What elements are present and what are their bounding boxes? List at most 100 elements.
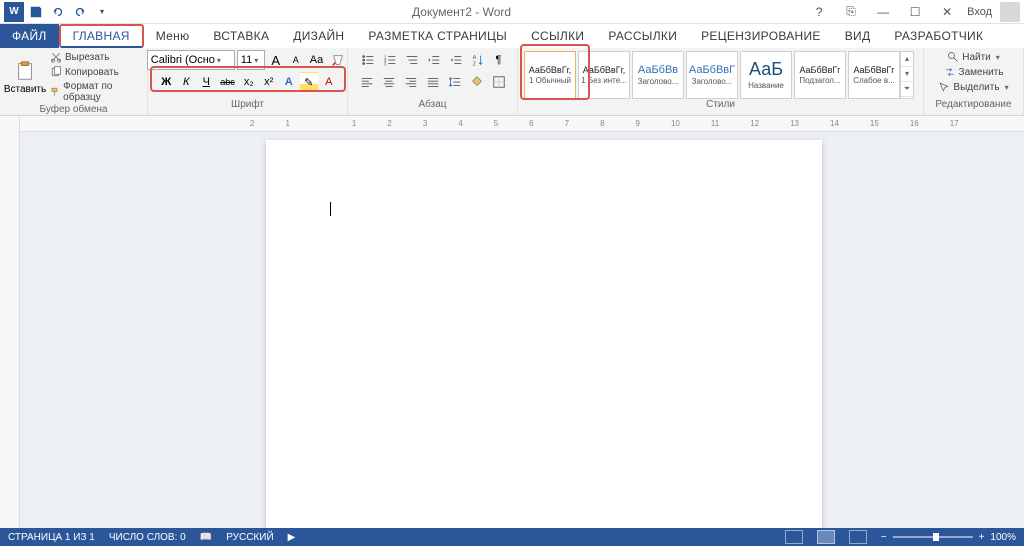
tab-mailings[interactable]: РАССЫЛКИ bbox=[596, 24, 689, 48]
maximize-button[interactable]: ☐ bbox=[903, 2, 927, 22]
bold-button[interactable]: Ж bbox=[157, 72, 175, 92]
styles-more-button[interactable]: ⏷ bbox=[901, 82, 913, 97]
zoom-value[interactable]: 100% bbox=[990, 532, 1016, 543]
group-styles-label: Стили bbox=[524, 99, 917, 115]
numbering-button[interactable]: 123 bbox=[380, 50, 400, 70]
vertical-ruler[interactable] bbox=[0, 116, 20, 528]
view-web-button[interactable] bbox=[849, 530, 867, 544]
sort-button[interactable]: AZ bbox=[468, 50, 488, 70]
redo-icon[interactable] bbox=[70, 2, 90, 22]
subscript-button[interactable]: x₂ bbox=[240, 72, 258, 92]
italic-button[interactable]: К bbox=[177, 72, 195, 92]
page[interactable] bbox=[266, 140, 822, 528]
view-print-button[interactable] bbox=[817, 530, 835, 544]
styles-down-button[interactable]: ▾ bbox=[901, 67, 913, 82]
tab-design[interactable]: ДИЗАЙН bbox=[281, 24, 356, 48]
style-item-5[interactable]: АаБбВвГгПодзагол... bbox=[794, 51, 846, 99]
style-item-0[interactable]: АаБбВвГг,1 Обычный bbox=[524, 51, 576, 99]
tab-view[interactable]: ВИД bbox=[833, 24, 883, 48]
zoom-in-button[interactable]: + bbox=[979, 532, 985, 543]
tab-references[interactable]: ССЫЛКИ bbox=[519, 24, 596, 48]
cut-button[interactable]: Вырезать bbox=[48, 50, 141, 64]
align-left-button[interactable] bbox=[357, 72, 377, 92]
clear-format-button[interactable] bbox=[328, 50, 348, 70]
shading-button[interactable] bbox=[467, 72, 487, 92]
borders-button[interactable] bbox=[489, 72, 509, 92]
align-right-button[interactable] bbox=[401, 72, 421, 92]
style-item-3[interactable]: АаБбВвГЗаголово... bbox=[686, 51, 738, 99]
horizontal-ruler[interactable]: 211234567891011121314151617 bbox=[20, 116, 1024, 132]
shrink-font-button[interactable]: A bbox=[287, 50, 305, 70]
strike-button[interactable]: abc bbox=[217, 72, 238, 92]
document-title: Документ2 - Word bbox=[116, 5, 807, 19]
styles-scroll: ▴ ▾ ⏷ bbox=[900, 51, 914, 99]
undo-icon[interactable] bbox=[48, 2, 68, 22]
select-button[interactable]: Выделить▾ bbox=[936, 80, 1010, 94]
quick-access-toolbar: W ▾ bbox=[0, 2, 116, 22]
ribbon-options-button[interactable]: ⎘ bbox=[839, 2, 863, 22]
qat-customize-icon[interactable]: ▾ bbox=[92, 2, 112, 22]
status-language[interactable]: РУССКИЙ bbox=[226, 532, 273, 543]
text-cursor bbox=[330, 202, 331, 216]
tab-file[interactable]: ФАЙЛ bbox=[0, 24, 59, 48]
copy-button[interactable]: Копировать bbox=[48, 65, 141, 79]
tab-developer[interactable]: РАЗРАБОТЧИК bbox=[882, 24, 995, 48]
group-clipboard: Вставить Вырезать Копировать Формат по о… bbox=[0, 48, 148, 115]
ribbon-tabs: ФАЙЛ ГЛАВНАЯ Меню ВСТАВКА ДИЗАЙН РАЗМЕТК… bbox=[0, 24, 1024, 48]
grow-font-button[interactable]: A bbox=[267, 50, 285, 70]
style-item-4[interactable]: АаБНазвание bbox=[740, 51, 792, 99]
status-proofing-icon[interactable]: 📖 bbox=[200, 532, 212, 543]
close-button[interactable]: ✕ bbox=[935, 2, 959, 22]
line-spacing-button[interactable] bbox=[445, 72, 465, 92]
avatar-icon[interactable] bbox=[1000, 2, 1020, 22]
save-icon[interactable] bbox=[26, 2, 46, 22]
style-item-1[interactable]: АаБбВвГг,1 Без инте... bbox=[578, 51, 630, 99]
svg-text:Z: Z bbox=[472, 61, 476, 67]
show-marks-button[interactable]: ¶ bbox=[490, 50, 508, 70]
document-scroll[interactable]: 211234567891011121314151617 bbox=[20, 116, 1024, 528]
tab-insert[interactable]: ВСТАВКА bbox=[201, 24, 281, 48]
zoom-control: − + 100% bbox=[881, 532, 1016, 543]
styles-up-button[interactable]: ▴ bbox=[901, 52, 913, 67]
svg-text:A: A bbox=[472, 55, 476, 61]
underline-button[interactable]: Ч bbox=[197, 72, 215, 92]
multilevel-button[interactable] bbox=[402, 50, 422, 70]
minimize-button[interactable]: — bbox=[871, 2, 895, 22]
font-name-combo[interactable]: Calibri (Осно▾ bbox=[147, 50, 235, 70]
style-item-2[interactable]: АаБбВвЗаголово... bbox=[632, 51, 684, 99]
bullets-button[interactable] bbox=[358, 50, 378, 70]
zoom-slider[interactable] bbox=[893, 536, 973, 538]
view-read-button[interactable] bbox=[785, 530, 803, 544]
tab-menu[interactable]: Меню bbox=[144, 24, 202, 48]
help-button[interactable]: ? bbox=[807, 2, 831, 22]
paste-label: Вставить bbox=[4, 84, 46, 95]
inc-indent-button[interactable] bbox=[446, 50, 466, 70]
svg-text:3: 3 bbox=[383, 61, 386, 66]
group-styles: АаБбВвГг,1 ОбычныйАаБбВвГг,1 Без инте...… bbox=[518, 48, 924, 115]
highlight-button[interactable]: ✎ bbox=[300, 72, 318, 92]
tab-review[interactable]: РЕЦЕНЗИРОВАНИЕ bbox=[689, 24, 833, 48]
font-color-button[interactable]: A bbox=[320, 72, 338, 92]
word-icon[interactable]: W bbox=[4, 2, 24, 22]
tab-layout[interactable]: РАЗМЕТКА СТРАНИЦЫ bbox=[356, 24, 519, 48]
change-case-button[interactable]: Aa bbox=[307, 50, 326, 70]
zoom-out-button[interactable]: − bbox=[881, 532, 887, 543]
sign-in-link[interactable]: Вход bbox=[967, 6, 992, 18]
group-clipboard-label: Буфер обмена bbox=[6, 104, 141, 115]
superscript-button[interactable]: x² bbox=[260, 72, 278, 92]
style-item-6[interactable]: АаБбВвГгСлабое в... bbox=[848, 51, 900, 99]
find-button[interactable]: Найти▾ bbox=[945, 50, 1002, 64]
dec-indent-button[interactable] bbox=[424, 50, 444, 70]
paste-button[interactable]: Вставить bbox=[6, 54, 44, 100]
align-center-button[interactable] bbox=[379, 72, 399, 92]
replace-button[interactable]: Заменить bbox=[942, 65, 1006, 79]
text-effects-button[interactable]: A bbox=[280, 72, 298, 92]
font-size-combo[interactable]: 11▾ bbox=[237, 50, 265, 70]
format-painter-button[interactable]: Формат по образцу bbox=[48, 80, 141, 104]
justify-button[interactable] bbox=[423, 72, 443, 92]
status-words[interactable]: ЧИСЛО СЛОВ: 0 bbox=[109, 532, 186, 543]
chevron-down-icon: ▾ bbox=[254, 56, 258, 65]
status-page[interactable]: СТРАНИЦА 1 ИЗ 1 bbox=[8, 532, 95, 543]
tab-home[interactable]: ГЛАВНАЯ bbox=[59, 24, 144, 48]
status-macro-icon[interactable]: ▶ bbox=[288, 532, 296, 543]
